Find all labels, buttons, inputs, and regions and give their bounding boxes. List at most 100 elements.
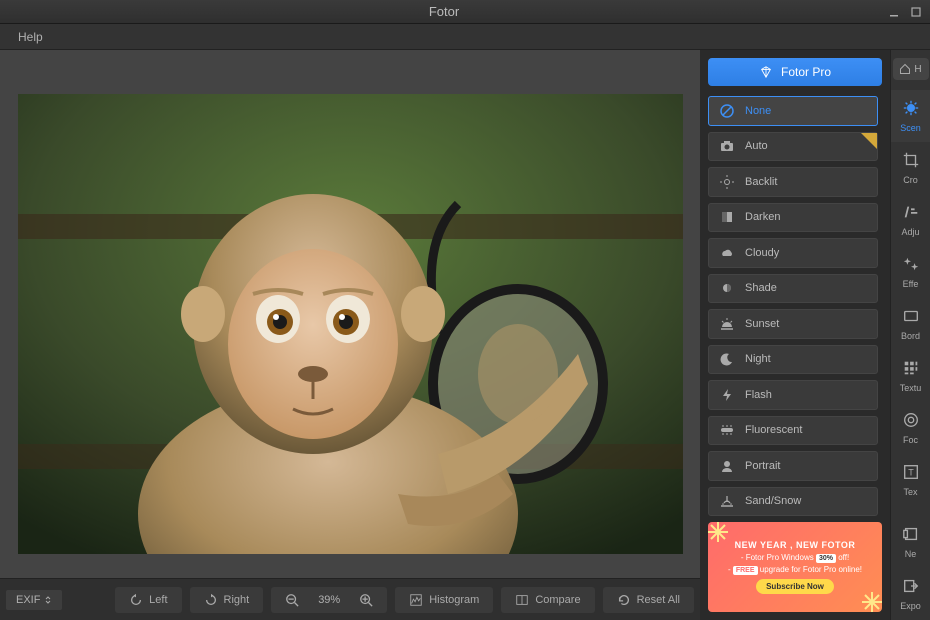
home-icon — [899, 63, 911, 75]
scene-item-label: Cloudy — [745, 247, 779, 259]
reset-label: Reset All — [637, 594, 680, 606]
rail-effe[interactable]: Effe — [891, 246, 930, 298]
scene-item-label: Sand/Snow — [745, 495, 801, 507]
rail-foc[interactable]: Foc — [891, 402, 930, 454]
scene-item-label: Portrait — [745, 460, 780, 472]
histogram-button[interactable]: Histogram — [395, 587, 493, 613]
histogram-icon — [409, 593, 423, 607]
rail-label: Scen — [900, 123, 921, 133]
scene-item-backlit[interactable]: Backlit — [708, 167, 878, 197]
night-icon — [719, 351, 735, 367]
exif-button[interactable]: EXIF — [6, 590, 62, 610]
histogram-label: Histogram — [429, 594, 479, 606]
scene-item-none[interactable]: None — [708, 96, 878, 126]
scene-item-label: Darken — [745, 211, 780, 223]
scene-item-label: Backlit — [745, 176, 777, 188]
scene-item-fluorescent[interactable]: Fluorescent — [708, 416, 878, 446]
minimize-button[interactable] — [884, 4, 904, 20]
titlebar: Fotor — [0, 0, 930, 24]
scene-item-label: Auto — [745, 140, 768, 152]
reset-button[interactable]: Reset All — [603, 587, 694, 613]
canvas-area: EXIF Left Right 39% Histogram — [0, 50, 700, 620]
rail-expo[interactable]: Expo — [891, 568, 930, 620]
home-button[interactable]: H — [893, 58, 929, 80]
rotate-right-icon — [204, 593, 218, 607]
fluorescent-icon — [719, 422, 735, 438]
text-icon: T — [902, 463, 920, 483]
sandsnow-icon — [719, 493, 735, 509]
promo-line-1: - Fotor Pro Windows 30% off! — [741, 553, 849, 562]
rail-textu[interactable]: Textu — [891, 350, 930, 402]
scene-item-label: None — [745, 105, 771, 117]
rail-scen[interactable]: Scen — [891, 90, 930, 142]
viewport[interactable] — [0, 50, 700, 578]
sunset-icon — [719, 316, 735, 332]
rotate-left-button[interactable]: Left — [115, 587, 181, 613]
rail-adju[interactable]: Adju — [891, 194, 930, 246]
pro-button-label: Fotor Pro — [781, 65, 831, 79]
scene-item-label: Flash — [745, 389, 772, 401]
zoom-out-icon[interactable] — [285, 593, 299, 607]
portrait-icon — [719, 458, 735, 474]
darken-icon — [719, 209, 735, 225]
rail-bord[interactable]: Bord — [891, 298, 930, 350]
adjust-icon — [902, 203, 920, 223]
tool-rail: H Scen Cro Adju Effe Bord Textu Foc T Tex Ne Expo — [890, 50, 930, 620]
menu-help[interactable]: Help — [12, 28, 49, 46]
svg-text:T: T — [908, 468, 914, 478]
rotate-left-icon — [129, 593, 143, 607]
scene-item-cloudy[interactable]: Cloudy — [708, 238, 878, 268]
pro-badge-icon — [861, 133, 877, 149]
scene-item-sunset[interactable]: Sunset — [708, 309, 878, 339]
rail-cro[interactable]: Cro — [891, 142, 930, 194]
rail-label: Ne — [905, 549, 917, 559]
scene-item-flash[interactable]: Flash — [708, 380, 878, 410]
rail-label: Effe — [903, 279, 919, 289]
rail-label: Expo — [900, 601, 921, 611]
rail-ne[interactable]: Ne — [891, 516, 930, 568]
rail-label: Tex — [903, 487, 917, 497]
zoom-value: 39% — [309, 594, 349, 606]
chevron-up-down-icon — [44, 596, 52, 604]
backlit-icon — [719, 174, 735, 190]
new-icon — [902, 525, 920, 545]
border-icon — [902, 307, 920, 327]
diamond-icon — [759, 65, 773, 79]
fotor-pro-button[interactable]: Fotor Pro — [708, 58, 882, 86]
scene-item-portrait[interactable]: Portrait — [708, 451, 878, 481]
zoom-in-icon[interactable] — [359, 593, 373, 607]
shade-icon — [719, 280, 735, 296]
rail-label: Textu — [900, 383, 922, 393]
firework-icon — [708, 522, 733, 547]
menubar: Help — [0, 24, 930, 50]
exif-label: EXIF — [16, 594, 40, 606]
texture-icon — [902, 359, 920, 379]
export-icon — [902, 577, 920, 597]
rail-tex[interactable]: T Tex — [891, 454, 930, 506]
firework-icon — [857, 587, 882, 612]
scene-item-label: Shade — [745, 282, 777, 294]
promo-cta-button[interactable]: Subscribe Now — [756, 579, 834, 594]
rail-label: Bord — [901, 331, 920, 341]
scene-item-label: Night — [745, 353, 771, 365]
scene-item-label: Sunset — [745, 318, 779, 330]
camera-icon — [719, 138, 735, 154]
rail-label: Adju — [901, 227, 919, 237]
scene-item-auto[interactable]: Auto — [708, 132, 878, 162]
scene-item-sandsnow[interactable]: Sand/Snow — [708, 487, 878, 517]
scene-item-darken[interactable]: Darken — [708, 203, 878, 233]
maximize-button[interactable] — [906, 4, 926, 20]
rotate-left-label: Left — [149, 594, 167, 606]
reset-icon — [617, 593, 631, 607]
compare-label: Compare — [535, 594, 580, 606]
rotate-right-button[interactable]: Right — [190, 587, 264, 613]
scene-item-night[interactable]: Night — [708, 345, 878, 375]
image-placeholder — [18, 94, 683, 554]
scene-list[interactable]: None Auto Backlit Darken Cloudy Shade Sunset Ni… — [708, 96, 882, 516]
scene-item-label: Fluorescent — [745, 424, 802, 436]
compare-button[interactable]: Compare — [501, 587, 594, 613]
promo-banner[interactable]: NEW YEAR , NEW FOTOR - Fotor Pro Windows… — [708, 522, 882, 612]
right-panel: Fotor Pro None Auto Backlit Darken Cloudy Sha… — [700, 50, 930, 620]
scene-item-shade[interactable]: Shade — [708, 274, 878, 304]
rotate-right-label: Right — [224, 594, 250, 606]
